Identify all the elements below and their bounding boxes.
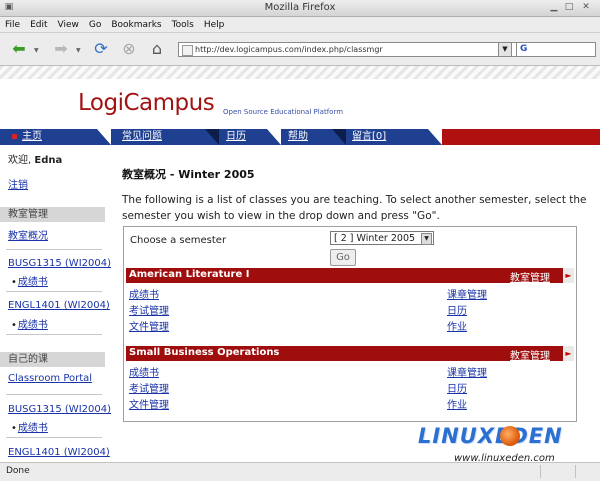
minimize-icon[interactable]: ▁ <box>548 2 560 13</box>
menu-tools[interactable]: Tools <box>167 19 199 30</box>
menu-view[interactable]: View <box>53 19 84 30</box>
sidebar-course-link[interactable]: BUSG1315 (WI2004) <box>8 258 111 269</box>
window-titlebar: ▣ Mozilla Firefox ▁ □ ✕ <box>0 0 600 17</box>
status-text: Done <box>6 466 30 476</box>
course-title: Small Business Operations <box>129 347 280 358</box>
course-header: American Literature I 教室管理 ► <box>126 268 574 284</box>
expand-arrow-icon[interactable]: ► <box>563 268 574 283</box>
watermark-logo-icon <box>500 426 520 446</box>
course-header: Small Business Operations 教室管理 ► <box>126 346 574 362</box>
sidebar-classroom-portal-link[interactable]: Classroom Portal <box>8 373 92 384</box>
watermark: LINUXEDEN www.linuxeden.com <box>418 424 598 474</box>
sidebar-divider <box>6 437 102 438</box>
page-description: The following is a list of classes you a… <box>122 194 587 222</box>
sidebar-course-link[interactable]: ENGL1401 (WI2004) <box>8 300 110 311</box>
sidebar-item-class-overview[interactable]: 教室概况 <box>8 227 48 242</box>
stop-icon[interactable]: ⊗ <box>118 39 140 59</box>
home-bullet-icon <box>12 134 17 139</box>
nav-help[interactable]: 帮助 <box>288 130 308 145</box>
course-assignments-link[interactable]: 作业 <box>447 318 467 333</box>
course-file-management-link[interactable]: 文件管理 <box>129 396 169 411</box>
sidebar-course-link[interactable]: BUSG1315 (WI2004) <box>8 404 111 415</box>
search-field[interactable]: G <box>516 42 596 57</box>
nav-divider <box>428 129 442 145</box>
watermark-url: www.linuxeden.com <box>454 453 555 464</box>
course-lesson-management-link[interactable]: 课章管理 <box>447 364 487 379</box>
nav-home[interactable]: 主页 <box>22 130 42 145</box>
page-title: 教室概况 - Winter 2005 <box>122 168 255 181</box>
menu-help[interactable]: Help <box>199 19 230 30</box>
go-button[interactable]: Go <box>330 249 356 266</box>
sidebar-section-my-courses: 自己的课 <box>0 352 105 367</box>
menu-bookmarks[interactable]: Bookmarks <box>106 19 166 30</box>
header-stripe <box>0 66 600 79</box>
course-title: American Literature I <box>129 269 250 280</box>
welcome-text: 欢迎, Edna <box>8 151 62 166</box>
course-calendar-link[interactable]: 日历 <box>447 380 467 395</box>
sidebar-divider <box>6 291 102 292</box>
menu-bar: File Edit View Go Bookmarks Tools Help <box>0 17 600 33</box>
site-logo[interactable]: LogiCampus <box>78 90 215 116</box>
url-history-dropdown-icon[interactable]: ▼ <box>498 42 512 57</box>
back-arrow-icon[interactable]: ⬅ <box>8 39 30 59</box>
course-lesson-management-link[interactable]: 课章管理 <box>447 286 487 301</box>
forward-dropdown-icon[interactable]: ▼ <box>76 47 81 54</box>
nav-calendar[interactable]: 日历 <box>226 130 246 145</box>
search-engine-icon[interactable]: G <box>520 43 527 56</box>
nav-divider <box>332 129 346 145</box>
course-calendar-link[interactable]: 日历 <box>447 302 467 317</box>
semester-selected-value: [ 2 ] Winter 2005 <box>334 233 416 244</box>
close-icon[interactable]: ✕ <box>580 2 592 13</box>
course-manage-link[interactable]: 教室管理 <box>510 347 550 362</box>
course-file-management-link[interactable]: 文件管理 <box>129 318 169 333</box>
forward-arrow-icon[interactable]: ➡ <box>50 39 72 59</box>
menu-edit[interactable]: Edit <box>25 19 52 30</box>
nav-faq[interactable]: 常见问题 <box>122 130 162 145</box>
sidebar-gradebook-link[interactable]: 成绩书 <box>11 273 48 288</box>
menu-file[interactable]: File <box>0 19 25 30</box>
watermark-text: LINUXEDEN <box>418 424 563 448</box>
home-icon[interactable]: ⌂ <box>146 39 168 59</box>
course-manage-link[interactable]: 教室管理 <box>510 269 550 284</box>
back-dropdown-icon[interactable]: ▼ <box>34 47 39 54</box>
sidebar-gradebook-link[interactable]: 成绩书 <box>11 316 48 331</box>
welcome-prefix: 欢迎, <box>8 155 35 166</box>
page-favicon-icon <box>182 45 193 56</box>
logout-link[interactable]: 注销 <box>8 176 28 191</box>
window-title: Mozilla Firefox <box>264 2 336 13</box>
sidebar: 欢迎, Edna 注销 教室管理 教室概况 BUSG1315 (WI2004) … <box>0 146 111 462</box>
course-gradebook-link[interactable]: 成绩书 <box>129 286 159 301</box>
semester-label: Choose a semester <box>130 235 227 246</box>
site-tagline: Open Source Educational Platform <box>223 108 344 116</box>
course-exam-management-link[interactable]: 考试管理 <box>129 302 169 317</box>
web-page: LogiCampus Open Source Educational Platf… <box>0 66 600 462</box>
sidebar-divider <box>6 249 102 250</box>
nav-divider <box>97 129 111 145</box>
nav-red-block <box>442 129 600 145</box>
sidebar-divider <box>6 334 102 335</box>
sidebar-gradebook-link[interactable]: 成绩书 <box>11 419 48 434</box>
user-name: Edna <box>34 155 63 166</box>
class-list-panel: Choose a semester [ 2 ] Winter 2005 ▼ Go… <box>123 226 577 422</box>
chevron-down-icon: ▼ <box>421 233 432 245</box>
nav-divider <box>267 129 281 145</box>
sidebar-divider <box>6 394 102 395</box>
semester-select[interactable]: [ 2 ] Winter 2005 ▼ <box>330 231 434 245</box>
url-text: http://dev.logicampus.com/index.php/clas… <box>195 45 383 54</box>
maximize-icon[interactable]: □ <box>563 2 575 13</box>
url-field[interactable]: http://dev.logicampus.com/index.php/clas… <box>178 42 522 57</box>
course-exam-management-link[interactable]: 考试管理 <box>129 380 169 395</box>
sidebar-section-class-management: 教室管理 <box>0 207 105 222</box>
main-content: 教室概况 - Winter 2005 The following is a li… <box>105 146 600 462</box>
sidebar-course-link[interactable]: ENGL1401 (WI2004) <box>8 447 110 458</box>
nav-divider <box>205 129 219 145</box>
main-nav: 主页 常见问题 日历 帮助 留言[0] <box>0 129 600 145</box>
course-gradebook-link[interactable]: 成绩书 <box>129 364 159 379</box>
course-assignments-link[interactable]: 作业 <box>447 396 467 411</box>
reload-icon[interactable]: ⟳ <box>90 39 112 59</box>
menu-go[interactable]: Go <box>84 19 106 30</box>
navigation-toolbar: ⬅ ▼ ➡ ▼ ⟳ ⊗ ⌂ http://dev.logicampus.com/… <box>0 33 600 66</box>
expand-arrow-icon[interactable]: ► <box>563 346 574 361</box>
nav-messages[interactable]: 留言[0] <box>352 130 386 145</box>
